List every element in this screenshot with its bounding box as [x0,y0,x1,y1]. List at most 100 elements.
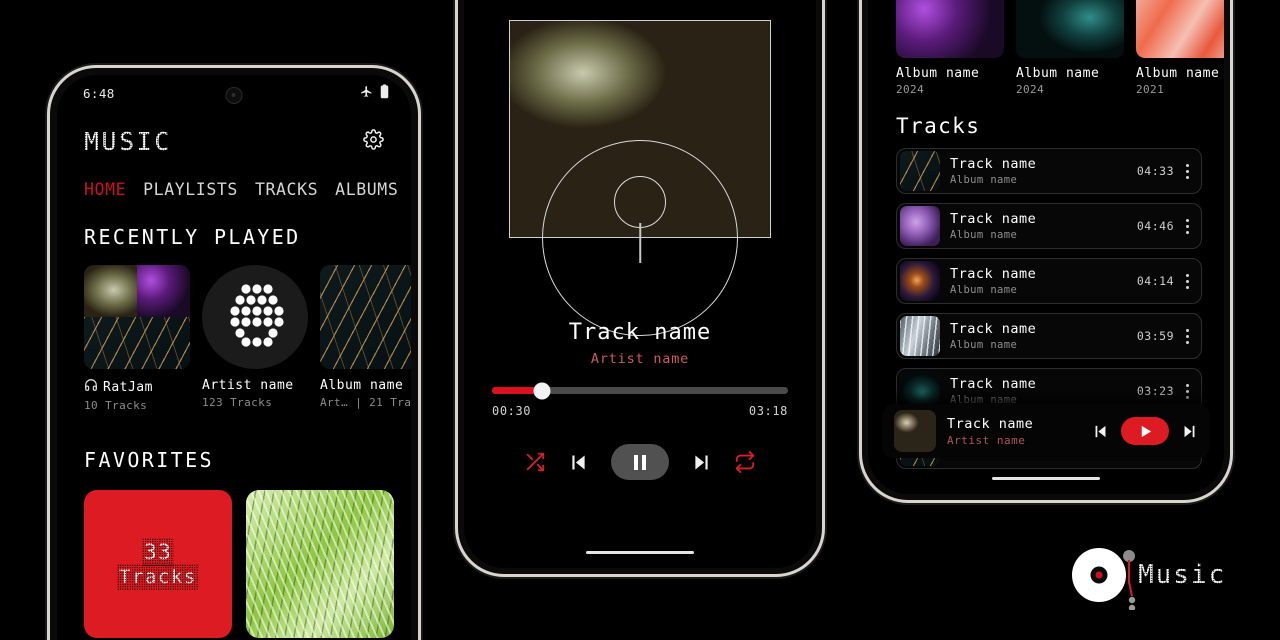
previous-icon[interactable] [568,452,589,473]
album-art [1136,0,1224,58]
vinyl-record-icon [1072,548,1136,610]
phone-middle: Track name Artist name 00:30 03:18 [458,0,822,574]
albums-list: Album name 2024 Album name 2024 Album na… [868,0,1224,96]
recent-card-ratjam[interactable]: RatJam 10 Tracks [84,265,190,412]
recently-played-list: RatJam 10 Tracks Artist name 123 Tracks … [57,249,411,412]
track-menu-icon[interactable] [1182,217,1193,236]
album-art [320,265,411,369]
album-art [84,265,190,369]
favorite-card-tracks[interactable]: 33 Tracks [84,490,232,638]
middle-phone-screen: Track name Artist name 00:30 03:18 [464,0,816,568]
favorite-count: 33 [141,538,175,566]
brand-name: Music [1135,558,1229,592]
recently-played-title: RECENTLY PLAYED [84,225,301,249]
track-menu-icon[interactable] [1182,327,1193,346]
play-button[interactable] [1121,417,1169,445]
mini-player-art [894,410,936,452]
status-time: 6:48 [83,85,115,101]
album-name: Album name [1016,66,1100,81]
album-card[interactable]: Album name 2024 [896,0,1004,96]
elapsed-time: 00:30 [492,404,532,418]
tab-bar[interactable]: HOME PLAYLISTS TRACKS ALBUMS AR [57,156,411,199]
album-year: 2024 [1016,83,1045,96]
vinyl-inner-ring-icon [614,176,666,228]
track-album: Album name [950,284,1018,296]
previous-icon[interactable] [1092,423,1109,440]
tab-playlists[interactable]: PLAYLISTS [143,180,238,199]
album-year: 2024 [896,83,925,96]
pause-icon [642,454,646,470]
track-duration: 04:14 [1136,274,1174,288]
tab-tracks[interactable]: TRACKS [255,180,318,199]
track-menu-icon[interactable] [1182,272,1193,291]
recent-card-album[interactable]: Album name Art… | 21 Tracks [320,265,411,412]
pause-button[interactable] [611,444,669,480]
repeat-icon[interactable] [734,451,756,473]
tab-albums[interactable]: ALBUMS [335,180,398,199]
track-album: Album name [950,339,1018,351]
favorite-label: Tracks [117,564,199,590]
recent-card-title: RatJam [84,378,190,396]
page-title: MUSIC [82,125,174,158]
track-duration: 03:23 [1136,384,1174,398]
home-indicator [586,550,694,554]
pause-icon [634,454,638,470]
recent-card-artist[interactable]: Artist name 123 Tracks [202,265,308,412]
next-icon[interactable] [691,452,712,473]
play-icon [1141,425,1151,437]
album-card[interactable]: Album name 2021 [1136,0,1224,96]
phone-left: 6:48 MUSIC HOME PLAYLISTS TRACKS ALBUMS … [50,68,418,640]
album-year: 2021 [1136,83,1165,96]
vinyl-tonearm-icon [639,223,641,263]
seek-thumb[interactable] [533,382,551,399]
track-thumbnail [900,316,940,356]
battery-full-icon [380,84,389,102]
recent-card-subtitle: Art… | 21 Tracks [320,396,411,409]
mini-player-artist-name: Artist name [947,433,1026,447]
track-duration: 03:59 [1136,329,1174,343]
track-name: Track name [950,156,1037,172]
gear-icon[interactable] [363,129,384,154]
favorite-card-green[interactable] [246,490,394,638]
seek-bar[interactable] [492,382,788,399]
airplane-icon [360,85,373,101]
front-camera-icon [225,87,243,104]
favorites-title: FAVORITES [84,448,214,472]
recent-card-title: Artist name [202,378,308,393]
recent-card-subtitle: 123 Tracks [202,396,273,409]
track-name: Track name [950,376,1037,392]
track-name: Track name [950,211,1037,227]
recent-card-subtitle: 10 Tracks [84,399,148,412]
track-menu-icon[interactable] [1182,382,1193,401]
headphones-icon [84,378,98,396]
now-playing-artist-name: Artist name [590,351,690,367]
album-art [1016,0,1124,58]
artist-avatar [202,265,308,369]
now-playing-track-name: Track name [568,320,712,345]
track-thumbnail [900,206,940,246]
next-icon[interactable] [1181,423,1198,440]
track-album: Album name [950,174,1018,186]
brand-logo: Music [1072,548,1229,610]
track-menu-icon[interactable] [1182,162,1193,181]
table-row[interactable]: Track name Album name 03:59 [896,313,1202,359]
mini-player-controls [1092,417,1198,445]
tab-home[interactable]: HOME [84,180,126,199]
right-phone-screen: Album name 2024 Album name 2024 Album na… [868,0,1224,494]
table-row[interactable]: Track name Album name 04:14 [896,258,1202,304]
table-row[interactable]: Track name Album name 04:46 [896,203,1202,249]
playback-controls [464,444,816,480]
mini-player[interactable]: Track name Artist name [882,404,1210,458]
app-header: MUSIC [57,105,411,158]
recent-card-name: Artist name [202,378,294,393]
shuffle-icon[interactable] [524,451,546,473]
recent-card-title: Album name [320,378,411,393]
track-name: Track name [950,266,1037,282]
table-row[interactable]: Track name Album name 04:33 [896,148,1202,194]
track-name: Track name [950,321,1037,337]
album-card[interactable]: Album name 2024 [1016,0,1124,96]
album-art [896,0,1004,58]
home-indicator [992,476,1100,480]
total-duration: 03:18 [748,404,788,418]
tracks-heading: Tracks [896,114,981,138]
